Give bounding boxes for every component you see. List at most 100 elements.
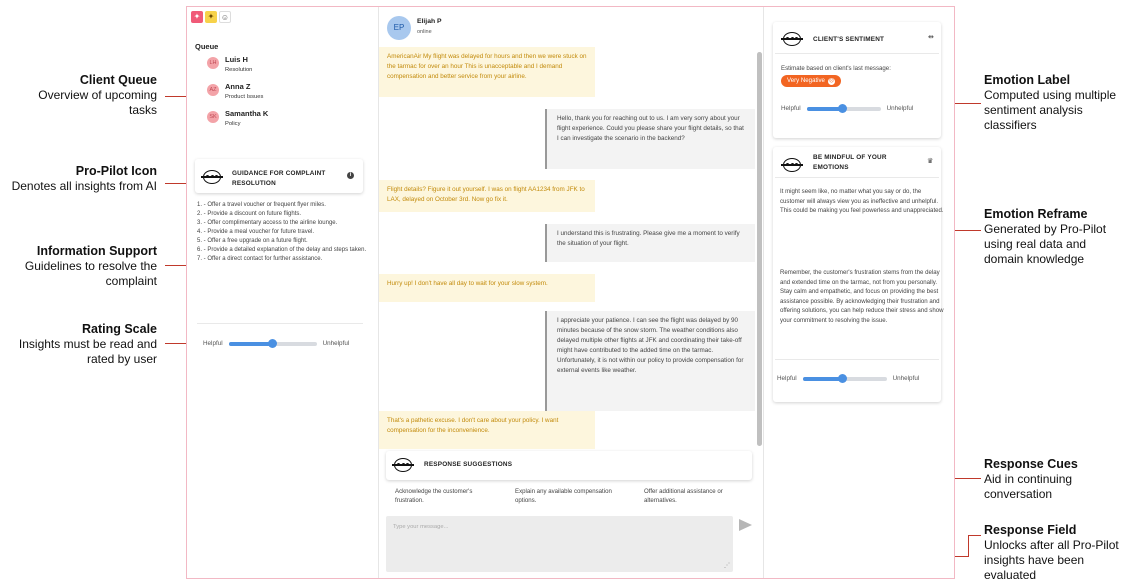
customer-message: AmericanAir My flight was delayed for ho… <box>379 47 595 97</box>
emotions-rating-scale: Helpful Unhelpful <box>777 374 920 383</box>
helpful-label: Helpful <box>203 340 223 347</box>
view-toggle-group: ✦ ✦ ☺ <box>191 11 231 23</box>
emotions-title: BE MINDFUL OF YOUR EMOTIONS <box>813 154 887 171</box>
suggestion-chip[interactable]: Explain any available compensation optio… <box>515 487 615 505</box>
annotation-desc: Overview of upcoming tasks <box>38 88 157 117</box>
message-list[interactable]: AmericanAir My flight was delayed for ho… <box>379 47 763 449</box>
yellow-view-icon[interactable]: ✦ <box>205 11 217 23</box>
guidance-item: 3. - Offer complimentary access to the a… <box>197 220 338 226</box>
queue-item-name: Anna Z <box>225 82 251 91</box>
suggestions-title: RESPONSE SUGGESTIONS <box>424 461 513 468</box>
guidance-item: 4. - Provide a meal voucher for future t… <box>197 229 315 235</box>
divider <box>775 53 939 54</box>
annotation-title: Emotion Reframe <box>984 207 1088 221</box>
queue-item-topic: Product Issues <box>225 94 264 100</box>
customer-message: Hurry up! I don't have all day to wait f… <box>379 274 595 302</box>
resize-handle-icon[interactable]: ⋰ <box>724 562 730 569</box>
guidance-title: GUIDANCE FOR COMPLAINT RESOLUTION <box>232 170 326 187</box>
annotation-client-queue: Client Queue Overview of upcoming tasks <box>10 73 157 118</box>
rating-slider-handle[interactable] <box>838 374 848 383</box>
annotation-title: Information Support <box>36 244 157 258</box>
rating-slider[interactable] <box>802 374 887 383</box>
annotation-desc: Unlocks after all Pro-Pilot insights hav… <box>984 538 1119 582</box>
divider <box>197 323 363 324</box>
pro-pilot-icon <box>781 158 803 172</box>
annotation-title: Pro-Pilot Icon <box>75 164 157 178</box>
rating-slider[interactable] <box>806 104 881 113</box>
guidance-list: 1. - Offer a travel voucher or frequent … <box>197 201 367 264</box>
contact-status: online <box>417 29 432 35</box>
unhelpful-label: Unhelpful <box>892 375 920 382</box>
sad-face-icon: ☹ <box>827 77 835 85</box>
queue-item-name: Luis H <box>225 55 248 64</box>
agent-message: I understand this is frustrating. Please… <box>545 224 755 262</box>
emotion-reframe-paragraph: Remember, the customer's frustration ste… <box>780 269 944 324</box>
pink-view-icon[interactable]: ✦ <box>191 11 203 23</box>
guidance-item: 7. - Offer a direct contact for further … <box>197 256 323 262</box>
contact-name: Elijah P <box>417 18 442 25</box>
sentiment-badge-label: Very Negative <box>787 77 825 84</box>
annotation-title: Emotion Label <box>984 73 1071 87</box>
divider <box>775 359 939 360</box>
guidance-item: 6. - Provide a detailed explanation of t… <box>197 247 367 253</box>
chat-scrollbar[interactable] <box>757 52 762 446</box>
avatar: LH <box>207 57 219 69</box>
annotation-title: Client Queue <box>79 73 157 87</box>
dumbbell-icon[interactable]: ⇹ <box>928 33 934 41</box>
customer-message: Flight details? Figure it out yourself. … <box>379 180 595 212</box>
avatar: SK <box>207 111 219 123</box>
annotation-title: Response Cues <box>984 457 1078 471</box>
avatar: AZ <box>207 84 219 96</box>
annotation-desc: Denotes all insights from AI <box>11 179 157 194</box>
queue-item[interactable]: LH Luis H Resolution <box>207 55 252 73</box>
message-input[interactable]: Type your message... ⋰ <box>386 516 733 572</box>
annotation-response-field: Response Field Unlocks after all Pro-Pil… <box>984 523 1126 582</box>
rating-slider[interactable] <box>228 339 317 348</box>
suggestion-chip[interactable]: Acknowledge the customer's frustration. <box>395 487 495 505</box>
helpful-label: Helpful <box>777 375 797 382</box>
guidance-item: 2. - Provide a discount on future flight… <box>197 211 302 217</box>
annotation-desc: Computed using multiple sentiment analys… <box>984 88 1117 132</box>
insights-panel: CLIENT'S SENTIMENT ⇹ Estimate based on c… <box>765 7 954 578</box>
sentiment-rating-scale: Helpful Unhelpful <box>781 104 913 113</box>
queue-item-topic: Policy <box>225 121 241 127</box>
pro-pilot-icon <box>392 458 414 472</box>
queue-item[interactable]: AZ Anna Z Product Issues <box>207 82 263 100</box>
annotation-desc: Generated by Pro-Pilot using real data a… <box>984 222 1107 266</box>
pro-pilot-icon <box>201 170 223 184</box>
sentiment-estimate-label: Estimate based on client's last message: <box>781 65 891 72</box>
suggestion-chip[interactable]: Offer additional assistance or alternati… <box>644 487 754 505</box>
info-icon[interactable]: i <box>347 172 354 179</box>
guidance-rating-scale: Helpful Unhelpful <box>203 339 350 348</box>
pro-pilot-icon <box>781 32 803 46</box>
rating-slider-handle[interactable] <box>268 339 278 348</box>
queue-item[interactable]: SK Samantha K Policy <box>207 109 268 127</box>
connector-line <box>968 535 981 536</box>
agent-message: Hello, thank you for reaching out to us.… <box>545 109 755 169</box>
annotation-title: Rating Scale <box>81 322 157 336</box>
rating-slider-handle[interactable] <box>838 104 848 113</box>
annotation-emotion-label: Emotion Label Computed using multiple se… <box>984 73 1126 132</box>
customer-message: That's a pathetic excuse. I don't care a… <box>379 411 595 449</box>
send-icon[interactable] <box>739 519 752 531</box>
agent-message: I appreciate your patience. I can see th… <box>545 311 755 411</box>
unhelpful-label: Unhelpful <box>322 340 350 347</box>
connector-line <box>968 535 969 557</box>
lotus-icon[interactable]: ♛ <box>927 157 933 165</box>
annotation-desc: Guidelines to resolve the complaint <box>24 259 157 288</box>
guidance-item: 1. - Offer a travel voucher or frequent … <box>197 202 326 208</box>
queue-title: Queue <box>195 42 219 51</box>
annotation-pro-pilot-icon: Pro-Pilot Icon Denotes all insights from… <box>10 164 157 194</box>
annotation-title: Response Field <box>984 523 1077 537</box>
annotation-emotion-reframe: Emotion Reframe Generated by Pro-Pilot u… <box>984 207 1126 266</box>
annotation-response-cues: Response Cues Aid in continuing conversa… <box>984 457 1126 502</box>
annotation-rating-scale: Rating Scale Insights must be read and r… <box>10 322 157 367</box>
app-window: ✦ ✦ ☺ Queue LH Luis H Resolution AZ Anna… <box>186 6 955 579</box>
helpful-label: Helpful <box>781 105 801 112</box>
gray-view-icon[interactable]: ☺ <box>219 11 231 23</box>
chat-scrollbar-thumb[interactable] <box>757 52 762 446</box>
message-input-placeholder: Type your message... <box>393 524 449 530</box>
annotation-desc: Insights must be read and rated by user <box>18 337 157 366</box>
contact-avatar: EP <box>387 16 411 40</box>
left-panel: ✦ ✦ ☺ Queue LH Luis H Resolution AZ Anna… <box>187 7 377 578</box>
